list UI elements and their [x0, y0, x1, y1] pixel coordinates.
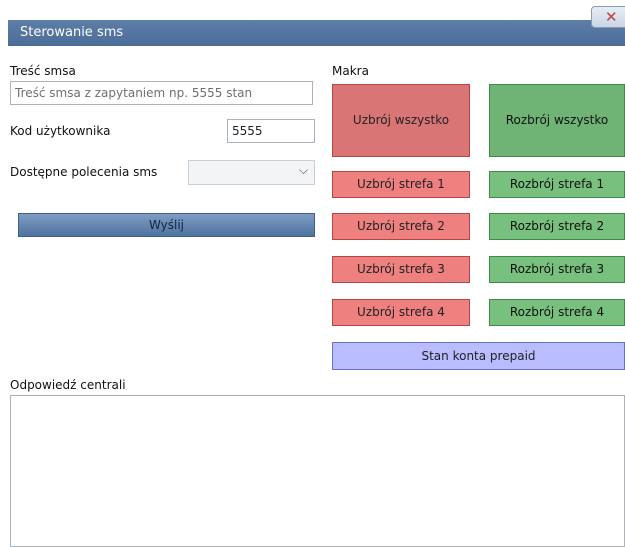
close-icon: ✕: [605, 8, 618, 26]
window-title: Sterowanie sms: [20, 25, 124, 40]
window-title-bar: Sterowanie sms ✕: [8, 6, 625, 46]
arm-zone-2-button[interactable]: Uzbrój strefa 2: [332, 213, 470, 240]
arm-zone-3-button[interactable]: Uzbrój strefa 3: [332, 256, 470, 283]
disarm-all-button[interactable]: Rozbrój wszystko: [489, 84, 625, 157]
disarm-zone-3-button[interactable]: Rozbrój strefa 3: [489, 256, 625, 283]
macros-label: Makra: [332, 64, 369, 78]
user-code-input[interactable]: [227, 119, 315, 143]
commands-label: Dostępne polecenia sms: [10, 165, 158, 179]
send-button[interactable]: Wyślij: [18, 213, 315, 237]
arm-zone-1-button[interactable]: Uzbrój strefa 1: [332, 171, 470, 198]
chevron-down-icon: ⌵: [298, 163, 308, 177]
arm-zone-4-button[interactable]: Uzbrój strefa 4: [332, 299, 470, 326]
sms-control-panel: Treść smsa Kod użytkownika Dostępne pole…: [8, 46, 625, 547]
sms-text-label: Treść smsa: [10, 64, 76, 78]
disarm-zone-2-button[interactable]: Rozbrój strefa 2: [489, 213, 625, 240]
commands-dropdown[interactable]: ⌵: [188, 160, 315, 185]
arm-all-button[interactable]: Uzbrój wszystko: [332, 84, 470, 157]
close-button[interactable]: ✕: [591, 6, 625, 28]
user-code-label: Kod użytkownika: [10, 124, 111, 138]
response-label: Odpowiedź centrali: [10, 378, 126, 392]
disarm-zone-4-button[interactable]: Rozbrój strefa 4: [489, 299, 625, 326]
response-textarea[interactable]: [10, 395, 625, 547]
prepaid-balance-button[interactable]: Stan konta prepaid: [332, 342, 625, 370]
sms-text-input[interactable]: [10, 81, 313, 105]
disarm-zone-1-button[interactable]: Rozbrój strefa 1: [489, 171, 625, 198]
